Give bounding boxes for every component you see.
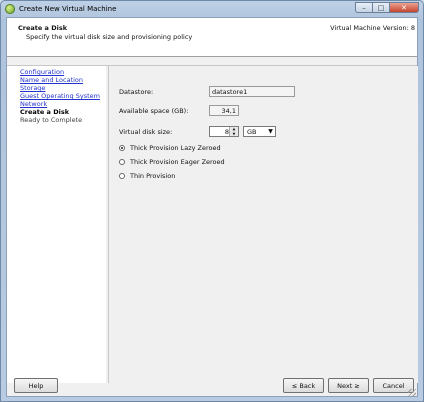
back-button[interactable]: ≤ Back — [283, 378, 324, 393]
radio-thin[interactable]: Thin Provision — [119, 172, 175, 180]
vm-version-label: Virtual Machine Version: 8 — [330, 24, 415, 32]
title-bar[interactable]: Create New Virtual Machine – □ ✕ — [1, 1, 423, 17]
help-button[interactable]: Help — [14, 378, 58, 393]
spin-down-icon[interactable]: ▼ — [230, 131, 238, 136]
step-list: Configuration Name and Location Storage … — [7, 66, 106, 383]
radio-thick-lazy-label: Thick Provision Lazy Zeroed — [130, 144, 221, 152]
page-title: Create a Disk — [18, 24, 68, 32]
maximize-icon: □ — [377, 3, 385, 12]
available-space-label: Available space (GB): — [119, 107, 189, 115]
page-subtitle: Specify the virtual disk size and provis… — [26, 33, 193, 41]
wizard-client: Create a Disk Specify the virtual disk s… — [6, 17, 418, 397]
close-button[interactable]: ✕ — [389, 2, 419, 13]
radio-button[interactable] — [119, 159, 125, 165]
disk-size-label: Virtual disk size: — [119, 128, 173, 136]
disk-settings-panel: Datastore: datastore1 Available space (G… — [108, 66, 418, 383]
radio-button[interactable] — [119, 173, 125, 179]
available-space-field: 34,1 — [209, 105, 239, 116]
step-guest-os[interactable]: Guest Operating System — [20, 92, 100, 100]
wizard-header: Create a Disk Specify the virtual disk s… — [7, 18, 417, 57]
chevron-down-icon: ▼ — [268, 128, 273, 135]
disk-size-stepper[interactable]: 8 ▲ ▼ — [209, 126, 239, 137]
resize-grip-icon[interactable] — [408, 389, 416, 397]
datastore-field: datastore1 — [209, 86, 295, 97]
minimize-button[interactable]: – — [355, 2, 372, 13]
step-configuration[interactable]: Configuration — [20, 68, 64, 76]
step-create-a-disk: Create a Disk — [20, 108, 70, 116]
window-title: Create New Virtual Machine — [19, 5, 117, 13]
step-storage[interactable]: Storage — [20, 84, 45, 92]
step-network[interactable]: Network — [20, 100, 47, 108]
radio-thick-eager-label: Thick Provision Eager Zeroed — [130, 158, 225, 166]
radio-thick-eager[interactable]: Thick Provision Eager Zeroed — [119, 158, 225, 166]
vsphere-app-icon — [5, 4, 15, 14]
window-controls: – □ ✕ — [355, 2, 419, 13]
radio-button-selected[interactable] — [119, 145, 125, 151]
close-icon: ✕ — [401, 3, 407, 12]
maximize-button[interactable]: □ — [372, 2, 389, 13]
radio-thick-lazy[interactable]: Thick Provision Lazy Zeroed — [119, 144, 221, 152]
radio-thin-label: Thin Provision — [130, 172, 176, 180]
minimize-icon: – — [362, 3, 366, 12]
wizard-footer: Help ≤ Back Next ≥ Cancel — [7, 378, 417, 398]
step-name-and-location[interactable]: Name and Location — [20, 76, 83, 84]
wizard-body: Configuration Name and Location Storage … — [7, 65, 418, 383]
disk-size-unit-value: GB — [247, 128, 257, 136]
datastore-label: Datastore: — [119, 88, 154, 96]
wizard-window: Create New Virtual Machine – □ ✕ Create … — [0, 0, 424, 402]
next-button[interactable]: Next ≥ — [328, 378, 369, 393]
step-ready-to-complete: Ready to Complete — [20, 116, 83, 124]
stepper-arrows[interactable]: ▲ ▼ — [229, 127, 238, 136]
disk-size-unit-select[interactable]: GB ▼ — [243, 126, 276, 137]
